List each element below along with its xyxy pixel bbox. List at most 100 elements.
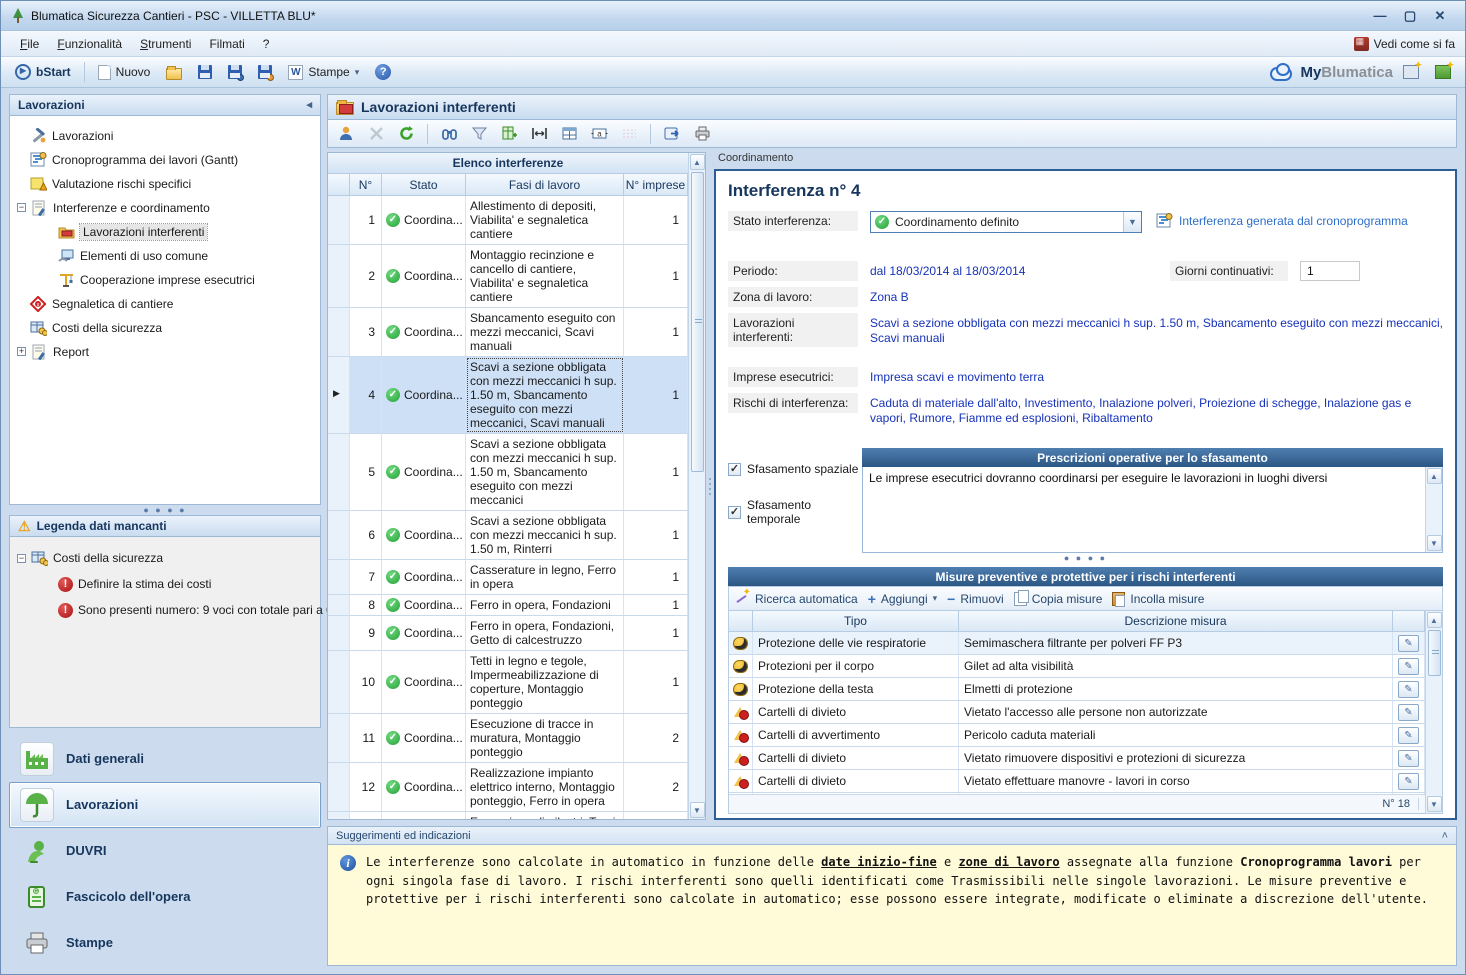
edit-measure-button[interactable]: ✎ (1398, 704, 1419, 721)
col-imprese[interactable]: N° imprese (624, 174, 688, 196)
scroll-up-icon[interactable]: ▲ (690, 154, 705, 170)
aggiungi-button[interactable]: + Aggiungi ▾ (868, 591, 937, 607)
tree-item-lavorazioni[interactable]: Lavorazioni (14, 124, 316, 148)
collapse-panel-icon[interactable]: ˄ (1442, 830, 1448, 842)
tree-item-cronoprogramma[interactable]: Cronoprogramma dei lavori (Gantt) (14, 148, 316, 172)
nav-dati-generali[interactable]: Dati generali (9, 736, 321, 782)
edit-measure-button[interactable]: ✎ (1398, 727, 1419, 744)
edit-measure-button[interactable]: ✎ (1398, 635, 1419, 652)
vertical-splitter[interactable] (706, 152, 714, 820)
misura-row[interactable]: Protezione della testa Elmetti di protez… (729, 678, 1425, 701)
table-row[interactable]: 10 ✓ Coordina... Tetti in legno e tegole… (328, 651, 688, 714)
nav-duvri[interactable]: DUVRI (9, 828, 321, 874)
table-row[interactable]: 4 ✓ Coordina... Scavi a sezione obbligat… (328, 357, 688, 434)
stampe-button[interactable]: W Stampe ▾ (282, 63, 365, 82)
edit-user-button[interactable] (334, 123, 358, 145)
menu-filmati[interactable]: Filmati (200, 34, 253, 54)
filter-button[interactable] (467, 123, 491, 145)
bstart-button[interactable]: bStart (9, 62, 77, 82)
checkbox-temporale[interactable]: ✓ (728, 506, 741, 519)
tree-item-segnaletica[interactable]: x Segnaletica di cantiere (14, 292, 316, 316)
nuovo-button[interactable]: Nuovo (92, 63, 157, 82)
collapse-expander-icon[interactable]: − (17, 554, 26, 563)
tree-item-cooperazione-imprese[interactable]: Cooperazione imprese esecutrici (14, 268, 316, 292)
maximize-button[interactable]: ▢ (1395, 6, 1425, 26)
edit-measure-button[interactable]: ✎ (1398, 681, 1419, 698)
misura-row[interactable]: Protezione delle vie respiratorie Semima… (729, 632, 1425, 655)
dropdown-arrow-icon[interactable]: ▼ (1123, 212, 1141, 232)
cronoprogramma-link[interactable]: Interferenza generata dal cronoprogramma (1156, 211, 1408, 229)
layout-button[interactable] (557, 123, 581, 145)
nav-fascicolo[interactable]: G Fascicolo dell'opera (9, 874, 321, 920)
table-row[interactable]: 1 ✓ Coordina... Allestimento di depositi… (328, 196, 688, 245)
close-button[interactable]: ✕ (1425, 6, 1455, 26)
incolla-misure-button[interactable]: Incolla misure (1112, 592, 1204, 606)
table-row[interactable]: 11 ✓ Coordina... Esecuzione di tracce in… (328, 714, 688, 763)
scroll-thumb[interactable] (1428, 630, 1441, 676)
scroll-down-icon[interactable]: ▼ (1427, 535, 1442, 551)
col-descrizione[interactable]: Descrizione misura (959, 611, 1393, 632)
scroll-down-icon[interactable]: ▼ (1427, 796, 1442, 812)
save-user-button[interactable] (252, 63, 278, 81)
tree-item-report[interactable]: + Report (14, 340, 316, 364)
table-row[interactable]: 8 ✓ Coordina... Ferro in opera, Fondazio… (328, 595, 688, 616)
refresh-button[interactable] (394, 123, 418, 145)
scroll-down-icon[interactable]: ▼ (690, 802, 705, 818)
table-row[interactable]: 5 ✓ Coordina... Scavi a sezione obbligat… (328, 434, 688, 511)
col-tipo[interactable]: Tipo (753, 611, 959, 632)
delete-button[interactable] (364, 123, 388, 145)
table-row[interactable]: 12 ✓ Coordina... Realizzazione impianto … (328, 763, 688, 812)
edit-measure-button[interactable]: ✎ (1398, 658, 1419, 675)
checkbox-spaziale[interactable]: ✓ (728, 463, 741, 476)
new-window-button[interactable] (1429, 63, 1457, 81)
list-scrollbar[interactable]: ▲ ▼ (688, 153, 705, 819)
open-button[interactable] (160, 63, 188, 82)
scroll-thumb[interactable] (691, 172, 704, 472)
misura-row[interactable]: Protezioni per il corpo Gilet ad alta vi… (729, 655, 1425, 678)
scroll-up-icon[interactable]: ▲ (1427, 468, 1442, 484)
save-copy-button[interactable] (222, 63, 248, 81)
rimuovi-button[interactable]: − Rimuovi (947, 591, 1004, 607)
table-row[interactable]: 9 ✓ Coordina... Ferro in opera, Fondazio… (328, 616, 688, 651)
find-button[interactable] (437, 123, 461, 145)
help-button[interactable]: ? (369, 62, 397, 82)
table-row[interactable]: 2 ✓ Coordina... Montaggio recinzione e c… (328, 245, 688, 308)
legend-item-voci-totale[interactable]: ! Sono presenti numero: 9 voci con total… (14, 597, 316, 623)
legend-item-stima-costi[interactable]: ! Definire la stima dei costi (14, 571, 316, 597)
expand-expander-icon[interactable]: + (17, 347, 26, 356)
menu-help[interactable]: ? (254, 34, 279, 54)
col-stato[interactable]: Stato (382, 174, 466, 196)
horizontal-splitter[interactable]: ● ● ● ● (9, 505, 321, 515)
save-button[interactable] (192, 63, 218, 81)
myblumatica-brand[interactable]: MyBlumatica (1268, 63, 1393, 81)
stato-dropdown[interactable]: ✓ Coordinamento definito ▼ (870, 211, 1142, 233)
vedi-come-si-fa-link[interactable]: Vedi come si fa (1354, 37, 1455, 51)
col-fasi[interactable]: Fasi di lavoro (466, 174, 624, 196)
nav-lavorazioni[interactable]: Lavorazioni (9, 782, 321, 828)
tree-item-costi-sicurezza[interactable]: Costi della sicurezza (14, 316, 316, 340)
minimize-button[interactable]: — (1365, 6, 1395, 26)
misura-row[interactable]: Cartelli di divieto Vietato effettuare m… (729, 770, 1425, 793)
export-button[interactable] (660, 123, 684, 145)
table-row[interactable]: 7 ✓ Coordina... Casserature in legno, Fe… (328, 560, 688, 595)
tree-item-valutazione-rischi[interactable]: Valutazione rischi specifici (14, 172, 316, 196)
print-button[interactable] (690, 123, 714, 145)
menu-funzionalita[interactable]: Funzionalità (48, 34, 131, 54)
giorni-value[interactable]: 1 (1300, 261, 1360, 281)
edit-measure-button[interactable]: ✎ (1398, 773, 1419, 790)
col-numero[interactable]: N° (350, 174, 382, 196)
nav-stampe[interactable]: Stampe (9, 920, 321, 966)
legend-root-costi[interactable]: − Costi della sicurezza (14, 545, 316, 571)
new-item-button[interactable] (1397, 63, 1425, 81)
misura-row[interactable]: Cartelli di divieto Vietato l'accesso al… (729, 701, 1425, 724)
horizontal-splitter[interactable]: ● ● ● ● (728, 553, 1443, 563)
column-width-button[interactable] (527, 123, 551, 145)
misura-row[interactable]: Cartelli di divieto Vietato rimuovere di… (729, 747, 1425, 770)
misure-scrollbar[interactable]: ▲ ▼ (1425, 611, 1442, 813)
copia-misure-button[interactable]: Copia misure (1014, 592, 1103, 606)
collapse-sidebar-icon[interactable]: ◂ (306, 98, 312, 111)
add-grid-button[interactable] (497, 123, 521, 145)
tree-item-interferenze[interactable]: − Interferenze e coordinamento (14, 196, 316, 220)
gridlines-button[interactable] (617, 123, 641, 145)
menu-strumenti[interactable]: Strumenti (131, 34, 200, 54)
